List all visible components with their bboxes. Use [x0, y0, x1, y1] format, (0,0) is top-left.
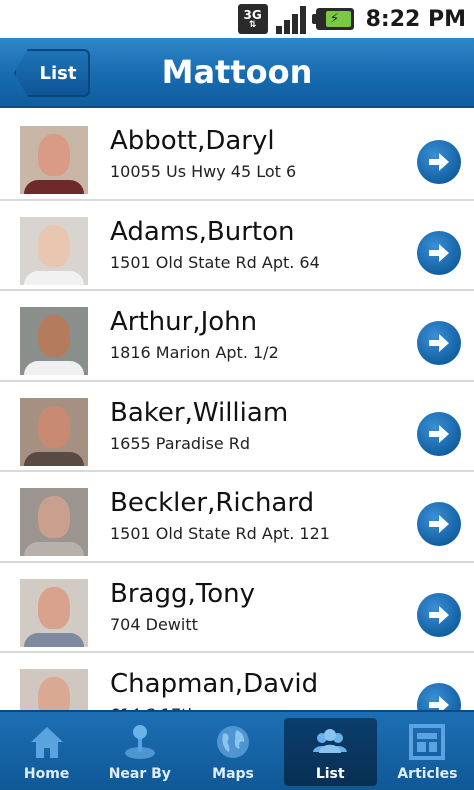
- tab-label: List: [315, 766, 345, 782]
- person-name: Adams,Burton: [110, 216, 295, 247]
- status-time: 8:22 PM: [365, 6, 466, 32]
- tab-label: Near By: [108, 766, 171, 782]
- person-name: Beckler,Richard: [110, 488, 315, 518]
- arrow-right-icon: [429, 243, 449, 262]
- detail-arrow-button[interactable]: [417, 321, 461, 365]
- tab-bar: Home Near By Maps List Articles: [0, 710, 474, 790]
- person-address: 10055 Us Hwy 45 Lot 6: [110, 162, 297, 181]
- person-address: 704 Dewitt: [110, 614, 198, 634]
- people-list[interactable]: Abbott,Daryl 10055 Us Hwy 45 Lot 6 Adams…: [0, 110, 474, 710]
- home-icon: [27, 722, 67, 762]
- back-button[interactable]: List: [14, 49, 90, 97]
- arrow-right-icon: [429, 334, 449, 352]
- tab-home[interactable]: Home: [0, 712, 93, 790]
- mugshot-photo: [20, 126, 88, 194]
- tab-label: Home: [23, 766, 70, 782]
- tab-list[interactable]: List: [283, 718, 377, 786]
- arrow-right-icon: [429, 605, 449, 624]
- person-name: Chapman,David: [110, 669, 319, 699]
- people-icon: [310, 722, 350, 762]
- person-address: 1501 Old State Rd Apt. 64: [110, 252, 320, 272]
- person-name: Abbott,Daryl: [110, 126, 275, 156]
- detail-arrow-button[interactable]: [417, 230, 461, 275]
- list-item[interactable]: Chapman,David 614 S 17th: [0, 653, 474, 710]
- mugshot-photo: [20, 216, 88, 285]
- person-name: Bragg,Tony: [110, 578, 255, 609]
- globe-icon: [213, 722, 253, 762]
- person-name: Arthur,John: [110, 307, 258, 337]
- articles-icon: [407, 722, 447, 762]
- list-item[interactable]: Adams,Burton 1501 Old State Rd Apt. 64: [0, 200, 474, 291]
- detail-arrow-button[interactable]: [417, 502, 461, 546]
- tab-label: Maps: [212, 766, 254, 782]
- network-label: 3G: [243, 7, 262, 22]
- mugshot-photo: [20, 488, 88, 556]
- arrow-right-icon: [429, 153, 449, 171]
- status-bar: 3G ⇅ ⚡ 8:22 PM: [0, 0, 474, 38]
- detail-arrow-button[interactable]: [417, 140, 461, 184]
- title-bar: List Mattoon: [0, 38, 474, 108]
- mugshot-photo: [20, 578, 88, 647]
- network-3g-icon: 3G ⇅: [237, 4, 268, 34]
- arrow-right-icon: [429, 696, 449, 710]
- joystick-icon: [120, 722, 160, 762]
- tab-label: Articles: [397, 766, 458, 782]
- person-address: 1501 Old State Rd Apt. 121: [110, 524, 330, 543]
- detail-arrow-button[interactable]: [417, 683, 461, 710]
- mugshot-photo: [20, 307, 88, 375]
- tab-near-by[interactable]: Near By: [93, 712, 186, 790]
- list-item[interactable]: Abbott,Daryl 10055 Us Hwy 45 Lot 6: [0, 110, 474, 201]
- list-item[interactable]: Baker,William 1655 Paradise Rd: [0, 381, 474, 472]
- person-name: Baker,William: [110, 397, 289, 428]
- detail-arrow-button[interactable]: [417, 592, 461, 637]
- battery-charging-icon: ⚡: [311, 8, 354, 30]
- person-address: 1655 Paradise Rd: [110, 433, 251, 453]
- tab-maps[interactable]: Maps: [186, 712, 279, 790]
- person-address: 1816 Marion Apt. 1/2: [110, 343, 279, 362]
- arrow-right-icon: [429, 515, 449, 533]
- arrow-right-icon: [429, 424, 449, 443]
- signal-strength-icon: [275, 4, 308, 34]
- list-item[interactable]: Bragg,Tony 704 Dewitt: [0, 562, 474, 653]
- list-item[interactable]: Beckler,Richard 1501 Old State Rd Apt. 1…: [0, 472, 474, 563]
- detail-arrow-button[interactable]: [417, 411, 461, 456]
- tab-articles[interactable]: Articles: [381, 712, 474, 790]
- mugshot-photo: [20, 397, 88, 466]
- mugshot-photo: [20, 669, 88, 710]
- list-item[interactable]: Arthur,John 1816 Marion Apt. 1/2: [0, 291, 474, 382]
